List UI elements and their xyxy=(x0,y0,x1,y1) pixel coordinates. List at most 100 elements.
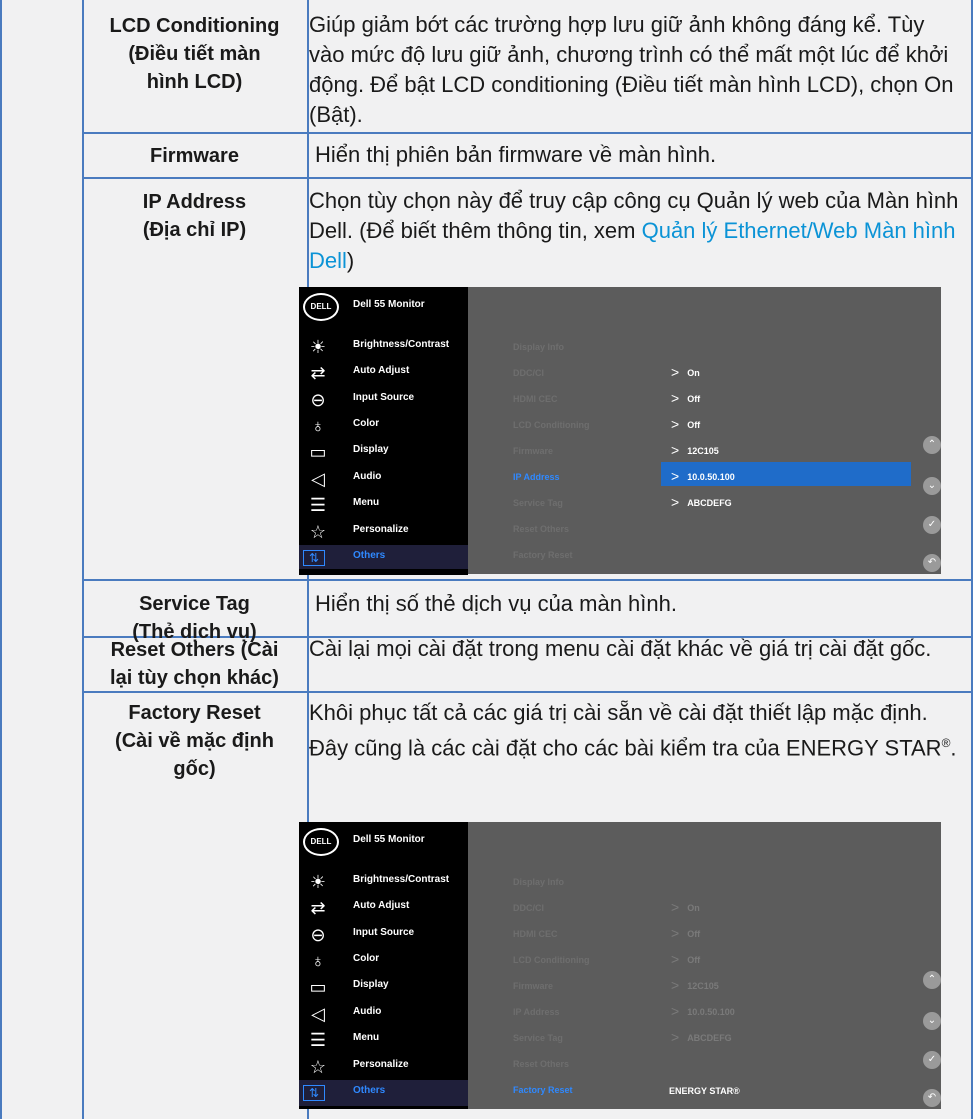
osd-screenshot-1: DELL Dell 55 Monitor ☀ Brightness/Contras… xyxy=(299,287,941,575)
menu-icon: ☰ xyxy=(309,495,327,515)
back-icon: ↶ xyxy=(927,557,937,568)
sub-factory-reset[interactable]: Factory Reset xyxy=(513,1085,573,1095)
value-service-tag: > ABCDEFG xyxy=(671,1029,732,1045)
value-lcd-conditioning: > Off xyxy=(671,951,701,967)
ip-desc-end: ) xyxy=(346,248,355,273)
row-label-factory-reset: Factory Reset (Cài về mặc định gốc) xyxy=(115,702,274,780)
osd-menu-input-source[interactable]: ⊖ Input Source xyxy=(299,387,468,413)
value-ip-address: >10.0.50.100 xyxy=(671,1003,735,1019)
row-label-ip-address: IP Address (Địa chỉ IP) xyxy=(142,191,247,241)
osd-menu-audio[interactable]: ◁ Audio xyxy=(299,466,468,492)
back-icon: ↶ xyxy=(927,1092,937,1103)
osd-menu-others[interactable]: ⇅ Others xyxy=(299,545,468,571)
ok-button[interactable]: ✓ xyxy=(923,1051,941,1069)
chevron-right-icon: > xyxy=(671,416,680,432)
chevron-right-icon: > xyxy=(671,977,680,993)
value-firmware: >12C105 xyxy=(671,442,719,458)
row-desc-firmware: Hiển thị phiên bản firmware về màn hình. xyxy=(315,142,717,167)
auto-adjust-icon: ⇄ xyxy=(310,363,326,383)
dell-logo: DELL xyxy=(303,828,339,856)
sub-hdmi-cec[interactable]: HDMI CEC xyxy=(513,394,558,404)
energy-star-label: ENERGY STAR® xyxy=(669,1086,740,1096)
row-desc-reset-others: Cài lại mọi cài đặt trong menu cài đặt k… xyxy=(309,636,932,661)
osd-menu-brightness[interactable]: ☀ Brightness/Contrast xyxy=(299,869,468,895)
sub-ip-address[interactable]: IP Address xyxy=(513,1007,560,1017)
osd-screenshot-2: DELL Dell 55 Monitor ☀ Brightness/Contras… xyxy=(299,822,941,1109)
input-source-icon: ⊖ xyxy=(310,925,326,945)
back-button[interactable]: ↶ xyxy=(923,1089,941,1107)
sub-display-info[interactable]: Display Info xyxy=(513,342,564,352)
row-desc-lcd-conditioning: Giúp giảm bớt các trường hợp lưu giữ ảnh… xyxy=(309,12,954,127)
dell-logo: DELL xyxy=(303,293,339,321)
display-icon: ▭ xyxy=(309,977,327,997)
down-button[interactable]: ⌄ xyxy=(923,477,941,495)
sub-ddc-ci[interactable]: DDC/CI xyxy=(513,368,544,378)
sub-hdmi-cec[interactable]: HDMI CEC xyxy=(513,929,558,939)
value-service-tag: > ABCDEFG xyxy=(671,494,732,510)
input-source-icon: ⊖ xyxy=(310,390,326,410)
others-icon: ⇅ xyxy=(303,1085,325,1101)
up-button[interactable]: ⌃ xyxy=(923,436,941,454)
brightness-icon: ☀ xyxy=(309,337,327,357)
sub-factory-reset[interactable]: Factory Reset xyxy=(513,550,573,560)
back-button[interactable]: ↶ xyxy=(923,554,941,572)
sub-ddc-ci[interactable]: DDC/CI xyxy=(513,903,544,913)
value-ddc-ci: > On xyxy=(671,899,700,915)
value-lcd-conditioning: > Off xyxy=(671,416,701,432)
sub-reset-others[interactable]: Reset Others xyxy=(513,1059,569,1069)
audio-icon: ◁ xyxy=(311,469,325,489)
chevron-right-icon: > xyxy=(671,899,680,915)
chevron-up-icon: ⌃ xyxy=(927,974,937,985)
sub-service-tag[interactable]: Service Tag xyxy=(513,1033,563,1043)
osd-menu-auto-adjust[interactable]: ⇄ Auto Adjust xyxy=(299,895,468,921)
osd-menu-personalize[interactable]: ☆ Personalize xyxy=(299,519,468,545)
chevron-down-icon: ⌄ xyxy=(927,480,937,491)
osd-menu-menu[interactable]: ☰ Menu xyxy=(299,492,468,518)
osd-menu-display[interactable]: ▭ Display xyxy=(299,439,468,465)
osd-menu-input-source[interactable]: ⊖ Input Source xyxy=(299,922,468,948)
sub-ip-address[interactable]: IP Address xyxy=(513,472,560,482)
chevron-right-icon: > xyxy=(671,951,680,967)
down-button[interactable]: ⌄ xyxy=(923,1012,941,1030)
color-icon: ♁ xyxy=(311,951,325,971)
value-hdmi-cec: > Off xyxy=(671,390,701,406)
row-label-firmware: Firmware xyxy=(150,145,239,167)
value-ddc-ci: > On xyxy=(671,364,700,380)
check-icon: ✓ xyxy=(927,1054,937,1065)
sub-reset-others[interactable]: Reset Others xyxy=(513,524,569,534)
brightness-icon: ☀ xyxy=(309,872,327,892)
display-icon: ▭ xyxy=(309,442,327,462)
osd-menu-others[interactable]: ⇅ Others xyxy=(299,1080,468,1106)
sub-service-tag[interactable]: Service Tag xyxy=(513,498,563,508)
chevron-right-icon: > xyxy=(671,1003,680,1019)
audio-icon: ◁ xyxy=(311,1004,325,1024)
sub-display-info[interactable]: Display Info xyxy=(513,877,564,887)
value-firmware: >12C105 xyxy=(671,977,719,993)
osd-menu-auto-adjust[interactable]: ⇄ Auto Adjust xyxy=(299,360,468,386)
sub-lcd-conditioning[interactable]: LCD Conditioning xyxy=(513,420,589,430)
sub-lcd-conditioning[interactable]: LCD Conditioning xyxy=(513,955,589,965)
factory-desc-text: Khôi phục tất cả các giá trị cài sẵn về … xyxy=(309,700,942,761)
osd-menu-personalize[interactable]: ☆ Personalize xyxy=(299,1054,468,1080)
others-icon: ⇅ xyxy=(303,550,325,566)
osd-menu-audio[interactable]: ◁ Audio xyxy=(299,1001,468,1027)
menu-icon: ☰ xyxy=(309,1030,327,1050)
row-desc-service-tag: Hiển thị số thẻ dịch vụ của màn hình. xyxy=(315,591,677,616)
sub-firmware[interactable]: Firmware xyxy=(513,981,553,991)
osd-menu-color[interactable]: ♁ Color xyxy=(299,948,468,974)
osd-menu-color[interactable]: ♁ Color xyxy=(299,413,468,439)
osd-menu-menu[interactable]: ☰ Menu xyxy=(299,1027,468,1053)
chevron-right-icon: > xyxy=(671,390,680,406)
osd-menu-brightness[interactable]: ☀ Brightness/Contrast xyxy=(299,334,468,360)
chevron-right-icon: > xyxy=(671,468,680,484)
osd-menu-display[interactable]: ▭ Display xyxy=(299,974,468,1000)
sub-firmware[interactable]: Firmware xyxy=(513,446,553,456)
row-label-lcd-conditioning: LCD Conditioning (Điều tiết màn hình LCD… xyxy=(109,15,280,93)
factory-desc-end: . xyxy=(950,735,957,761)
personalize-icon: ☆ xyxy=(309,522,327,542)
value-hdmi-cec: > Off xyxy=(671,925,701,941)
ok-button[interactable]: ✓ xyxy=(923,516,941,534)
up-button[interactable]: ⌃ xyxy=(923,971,941,989)
chevron-right-icon: > xyxy=(671,1029,680,1045)
chevron-right-icon: > xyxy=(671,364,680,380)
